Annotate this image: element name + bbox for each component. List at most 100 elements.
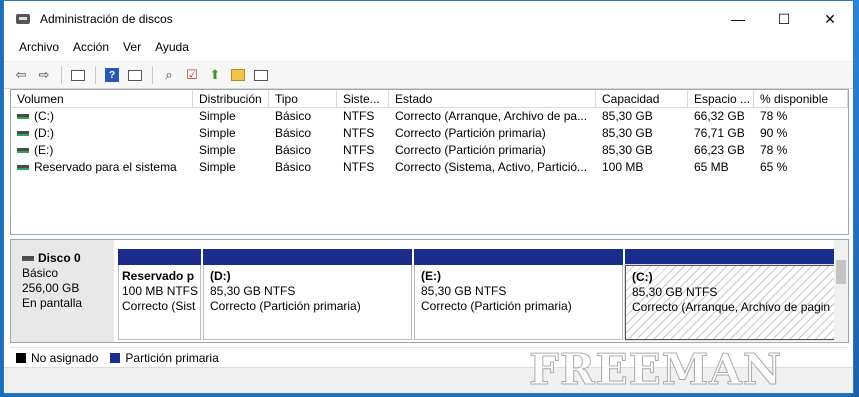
partition-body: (E:) 85,30 GB NTFS Correcto (Partición p…	[414, 265, 623, 340]
capacity-cell: 85,30 GB	[602, 126, 653, 140]
search-icon[interactable]	[227, 64, 249, 86]
partition-bar	[625, 249, 835, 265]
partition-size: 85,30 GB NTFS	[632, 285, 718, 299]
help-icon[interactable]: ?	[101, 64, 123, 86]
filesystem-cell: NTFS	[343, 126, 375, 140]
view-icon[interactable]	[124, 64, 146, 86]
partition-status: Correcto (Sist	[122, 299, 196, 313]
partition-status: Correcto (Partición primaria)	[210, 299, 361, 313]
column-header-tipo[interactable]: Tipo	[269, 90, 337, 107]
column-header-capacidad[interactable]: Capacidad	[596, 90, 688, 107]
status-cell: Correcto (Arranque, Archivo de pa...	[395, 109, 588, 123]
volume-list-header: Volumen Distribución Tipo Siste... Estad…	[11, 90, 848, 108]
partition-size: 85,30 GB NTFS	[421, 284, 507, 298]
console-tree-icon[interactable]	[67, 64, 89, 86]
toolbar: ⇦ ⇨ ? ⌕ ☑ ⬆	[4, 61, 853, 89]
free-space-cell: 76,71 GB	[694, 126, 745, 140]
partition-name: (C:)	[632, 270, 653, 284]
maximize-button[interactable]: ☐	[761, 1, 807, 37]
disk-name: Disco 0	[22, 251, 114, 266]
partition-e[interactable]: (E:) 85,30 GB NTFS Correcto (Partición p…	[414, 249, 623, 340]
disk-management-icon	[16, 12, 32, 26]
table-row[interactable]: (C:) Simple Básico NTFS Correcto (Arranq…	[11, 108, 848, 125]
unallocated-swatch	[16, 352, 26, 363]
volume-cell: Reservado para el sistema	[11, 159, 193, 176]
connect-icon[interactable]: ⌕	[158, 64, 180, 86]
free-space-cell: 66,23 GB	[694, 143, 745, 157]
percent-free-cell: 90 %	[760, 126, 788, 140]
disk-name-label: Disco 0	[38, 251, 81, 265]
menu-archivo[interactable]: Archivo	[12, 40, 66, 54]
disk-management-window: Administración de discos — ☐ ✕ Archivo A…	[3, 0, 854, 394]
partition-body: Reservado p 100 MB NTFS Correcto (Sist	[118, 265, 201, 340]
volume-cell: (D:)	[11, 125, 193, 142]
volume-name: (E:)	[34, 143, 54, 157]
close-button[interactable]: ✕	[807, 1, 853, 37]
partition-reserved[interactable]: Reservado p 100 MB NTFS Correcto (Sist	[118, 249, 201, 340]
volume-cell: (E:)	[11, 142, 193, 159]
disk-type: Básico	[22, 266, 59, 280]
legend-unallocated: No asignado	[31, 350, 99, 365]
volume-cell: (C:)	[11, 108, 193, 125]
status-cell: Correcto (Sistema, Activo, Partició...	[395, 160, 588, 174]
watermark: FREEMAN	[528, 345, 783, 394]
partition-size: 85,30 GB NTFS	[210, 284, 296, 298]
menu-accion[interactable]: Acción	[66, 40, 116, 54]
volume-name: Reservado para el sistema	[34, 160, 177, 174]
filesystem-cell: NTFS	[343, 160, 375, 174]
partition-c[interactable]: (C:) 85,30 GB NTFS Correcto (Arranque, A…	[624, 249, 836, 341]
scrollbar-thumb[interactable]	[836, 260, 846, 284]
partition-d[interactable]: (D:) 85,30 GB NTFS Correcto (Partición p…	[203, 249, 412, 340]
disk-info-panel[interactable]: Disco 0 Básico 256,00 GB En pantalla	[11, 240, 114, 342]
legend-primary-partition: Partición primaria	[125, 350, 219, 365]
column-header-disponible[interactable]: % disponible	[754, 90, 848, 107]
partition-status: Correcto (Arranque, Archivo de pagin	[632, 300, 831, 314]
partition-bar	[203, 249, 412, 265]
partition-body: (D:) 85,30 GB NTFS Correcto (Partición p…	[203, 265, 412, 340]
partition-name: (E:)	[421, 269, 441, 283]
capacity-cell: 85,30 GB	[602, 143, 653, 157]
table-row[interactable]: Reservado para el sistema Simple Básico …	[11, 159, 848, 176]
column-header-estado[interactable]: Estado	[389, 90, 596, 107]
minimize-button[interactable]: —	[715, 1, 761, 37]
drive-icon	[17, 165, 29, 170]
layout-cell: Simple	[199, 160, 236, 174]
column-header-distribucion[interactable]: Distribución	[193, 90, 269, 107]
table-row[interactable]: (E:) Simple Básico NTFS Correcto (Partic…	[11, 142, 848, 159]
primary-partition-swatch	[110, 352, 121, 363]
toolbar-separator	[152, 66, 153, 84]
percent-free-cell: 78 %	[760, 143, 788, 157]
volume-name: (D:)	[34, 126, 54, 140]
forward-icon[interactable]: ⇨	[33, 64, 55, 86]
partition-name: (D:)	[210, 269, 231, 283]
capacity-cell: 85,30 GB	[602, 109, 653, 123]
column-header-volumen[interactable]: Volumen	[11, 90, 193, 107]
status-cell: Correcto (Partición primaria)	[395, 143, 546, 157]
vertical-scrollbar[interactable]	[834, 240, 848, 342]
free-space-cell: 66,32 GB	[694, 109, 745, 123]
drive-icon	[17, 148, 29, 153]
type-cell: Básico	[275, 126, 312, 140]
type-cell: Básico	[275, 109, 312, 123]
check-icon[interactable]: ☑	[181, 64, 203, 86]
partition-body-selected: (C:) 85,30 GB NTFS Correcto (Arranque, A…	[624, 264, 836, 341]
back-icon[interactable]: ⇦	[10, 64, 32, 86]
free-space-cell: 65 MB	[694, 160, 729, 174]
layout-cell: Simple	[199, 126, 236, 140]
drive-icon	[17, 114, 29, 119]
menu-ayuda[interactable]: Ayuda	[148, 40, 196, 54]
properties-icon[interactable]	[250, 64, 272, 86]
column-header-espacio[interactable]: Espacio ...	[688, 90, 754, 107]
filesystem-cell: NTFS	[343, 143, 375, 157]
menu-ver[interactable]: Ver	[116, 40, 148, 54]
type-cell: Básico	[275, 160, 312, 174]
menu-bar: Archivo Acción Ver Ayuda	[4, 37, 853, 57]
filesystem-cell: NTFS	[343, 109, 375, 123]
toolbar-separator	[95, 66, 96, 84]
drive-icon	[17, 131, 29, 136]
column-header-sistema[interactable]: Siste...	[337, 90, 389, 107]
table-row[interactable]: (D:) Simple Básico NTFS Correcto (Partic…	[11, 125, 848, 142]
up-arrow-icon[interactable]: ⬆	[204, 64, 226, 86]
disk-size: 256,00 GB	[22, 281, 80, 295]
type-cell: Básico	[275, 143, 312, 157]
